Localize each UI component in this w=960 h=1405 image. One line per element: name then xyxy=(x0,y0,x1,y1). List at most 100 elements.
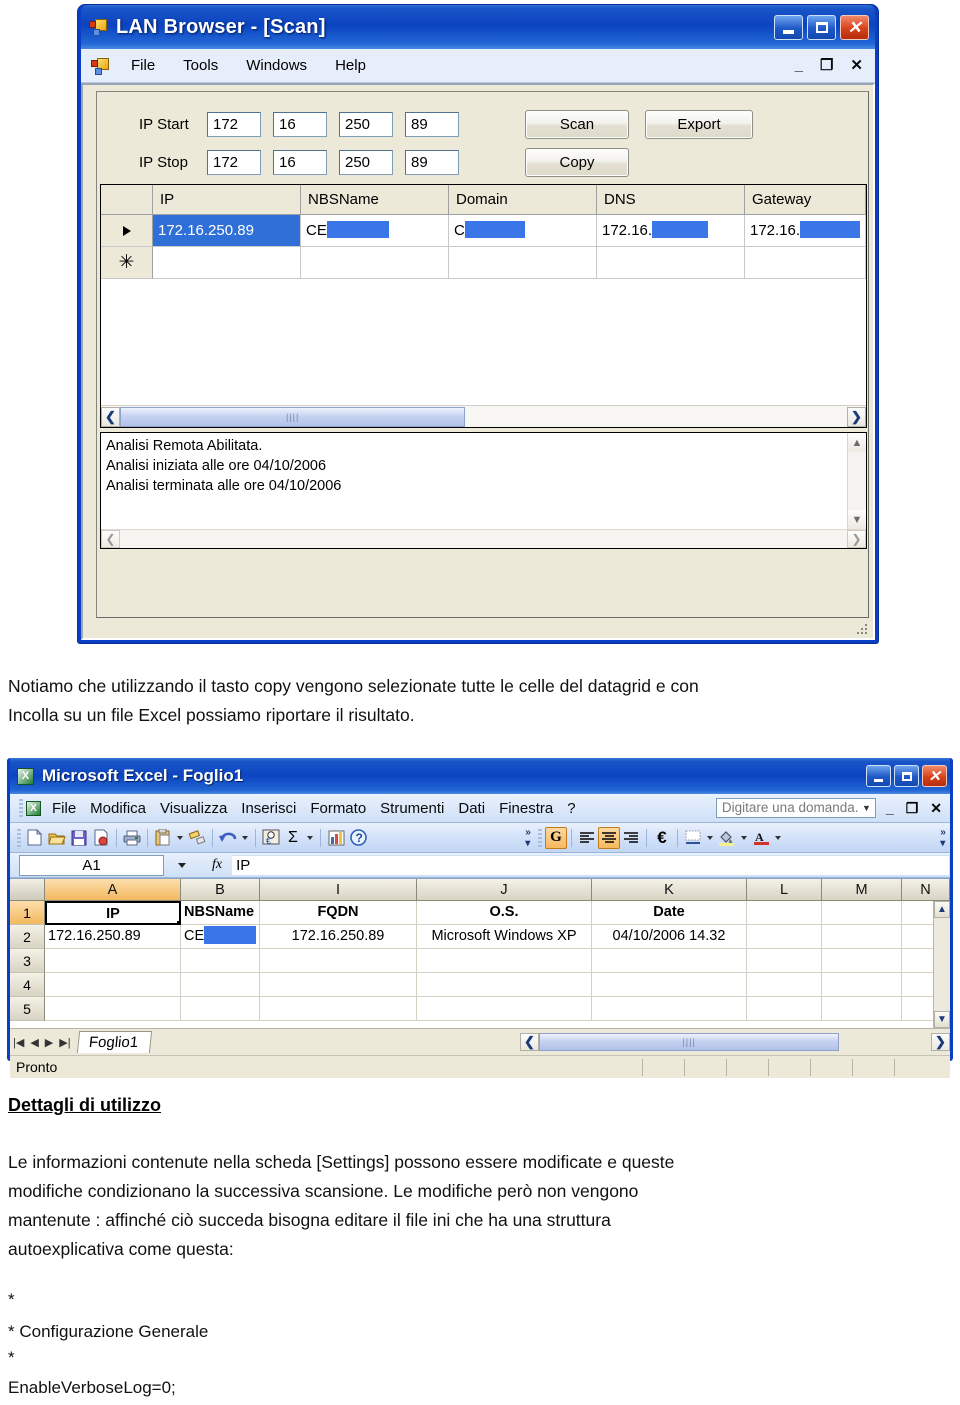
excel-mdi-close[interactable]: ✕ xyxy=(930,800,942,817)
paste-dropdown-icon[interactable] xyxy=(177,835,183,840)
format-painter-icon[interactable] xyxy=(186,827,208,849)
excel-menu-formato[interactable]: Formato xyxy=(303,800,373,817)
cell-L3[interactable] xyxy=(747,949,822,973)
worksheet-scroll-right-icon[interactable]: ❯ xyxy=(931,1033,950,1051)
ip-start-octet-1[interactable]: 172 xyxy=(207,112,261,137)
save-icon[interactable] xyxy=(68,827,90,849)
ip-stop-octet-2[interactable]: 16 xyxy=(273,150,327,175)
font-color-dropdown-icon[interactable] xyxy=(775,835,781,840)
undo-icon[interactable] xyxy=(217,827,239,849)
excel-worksheet[interactable]: A B I J K L M N 1 IP NBSName FQDN O.S. D… xyxy=(10,878,950,1028)
cell-A5[interactable] xyxy=(45,997,181,1021)
column-header-nbsname[interactable]: NBSName xyxy=(301,185,449,214)
column-header-J[interactable]: J xyxy=(417,879,592,900)
cell-M3[interactable] xyxy=(822,949,902,973)
mdi-restore-button[interactable]: ❐ xyxy=(820,58,833,73)
cell-ip[interactable]: 172.16.250.89 xyxy=(153,215,301,247)
column-header-N[interactable]: N xyxy=(902,879,950,900)
cell-domain[interactable]: C xyxy=(449,215,597,247)
mail-icon[interactable] xyxy=(90,827,112,849)
sheet-tab-foglio1[interactable]: Foglio1 xyxy=(76,1031,152,1053)
new-cell-dns[interactable] xyxy=(597,247,745,279)
autosum-dropdown-icon[interactable] xyxy=(307,835,313,840)
worksheet-scroll-down-icon[interactable]: ▼ xyxy=(934,1011,950,1028)
new-cell-nbsname[interactable] xyxy=(301,247,449,279)
cell-L5[interactable] xyxy=(747,997,822,1021)
cell-I2[interactable]: 172.16.250.89 xyxy=(260,925,417,949)
toolbar-grip[interactable] xyxy=(17,828,21,847)
cell-M4[interactable] xyxy=(822,973,902,997)
log-vertical-scrollbar[interactable]: ▲ ▼ xyxy=(847,433,866,529)
ip-start-octet-2[interactable]: 16 xyxy=(273,112,327,137)
cell-I4[interactable] xyxy=(260,973,417,997)
name-box-dropdown-icon[interactable] xyxy=(178,862,186,868)
first-sheet-icon[interactable]: |◀ xyxy=(10,1036,27,1049)
cell-I3[interactable] xyxy=(260,949,417,973)
fill-color-dropdown-icon[interactable] xyxy=(741,835,747,840)
ask-a-question-box[interactable]: Digitare una domanda. ▼ xyxy=(715,798,876,818)
minimize-button[interactable] xyxy=(774,14,803,40)
column-header-domain[interactable]: Domain xyxy=(449,185,597,214)
row-header-5[interactable]: 5 xyxy=(10,997,45,1021)
select-all-corner[interactable] xyxy=(10,879,45,900)
cell-dns[interactable]: 172.16. xyxy=(597,215,745,247)
excel-maximize-button[interactable] xyxy=(894,765,919,787)
excel-menu-dati[interactable]: Dati xyxy=(451,800,492,817)
log-output-box[interactable]: Analisi Remota Abilitata. Analisi inizia… xyxy=(100,432,867,549)
next-sheet-icon[interactable]: ▶ xyxy=(42,1036,56,1049)
cell-B2[interactable]: CE xyxy=(181,925,260,949)
cell-J1[interactable]: O.S. xyxy=(417,901,592,925)
cell-K4[interactable] xyxy=(592,973,747,997)
row-header-3[interactable]: 3 xyxy=(10,949,45,973)
menu-item-file[interactable]: File xyxy=(117,55,169,76)
euro-icon[interactable]: € xyxy=(651,827,673,849)
cell-K5[interactable] xyxy=(592,997,747,1021)
new-icon[interactable] xyxy=(24,827,46,849)
formula-input[interactable]: IP xyxy=(232,854,950,876)
column-header-K[interactable]: K xyxy=(592,879,747,900)
column-header-M[interactable]: M xyxy=(822,879,902,900)
scroll-left-icon[interactable]: ❮ xyxy=(101,406,120,427)
undo-dropdown-icon[interactable] xyxy=(242,835,248,840)
excel-menu-file[interactable]: File xyxy=(45,800,83,817)
table-new-row[interactable]: ✳ xyxy=(101,247,866,279)
cell-B4[interactable] xyxy=(181,973,260,997)
cell-I1[interactable]: FQDN xyxy=(260,901,417,925)
menubar-grip[interactable] xyxy=(19,799,23,817)
row-header-1[interactable]: 1 xyxy=(10,901,45,925)
align-center-icon[interactable] xyxy=(598,826,620,849)
font-color-icon[interactable]: A xyxy=(750,827,772,849)
cell-J3[interactable] xyxy=(417,949,592,973)
last-sheet-icon[interactable]: ▶| xyxy=(56,1036,73,1049)
cell-B1[interactable]: NBSName xyxy=(181,901,260,925)
toolbar-overflow-left-icon[interactable]: » ▾ xyxy=(521,825,535,851)
mdi-close-button[interactable]: ✕ xyxy=(850,58,863,73)
maximize-button[interactable] xyxy=(807,14,836,40)
lan-browser-titlebar[interactable]: LAN Browser - [Scan] ✕ xyxy=(81,5,875,49)
scroll-down-icon[interactable]: ▼ xyxy=(848,510,866,529)
open-icon[interactable] xyxy=(46,827,68,849)
scrollbar-thumb[interactable]: |||| xyxy=(120,406,465,427)
cell-J2[interactable]: Microsoft Windows XP xyxy=(417,925,592,949)
cell-L4[interactable] xyxy=(747,973,822,997)
excel-menu-help[interactable]: ? xyxy=(560,800,582,817)
new-cell-gateway[interactable] xyxy=(745,247,866,279)
log-horizontal-scrollbar[interactable]: ❮ ❯ xyxy=(101,529,866,548)
cell-A2[interactable]: 172.16.250.89 xyxy=(45,925,181,949)
borders-dropdown-icon[interactable] xyxy=(707,835,713,840)
column-header-B[interactable]: B xyxy=(181,879,260,900)
cell-M5[interactable] xyxy=(822,997,902,1021)
cell-A1[interactable]: IP xyxy=(45,901,181,925)
worksheet-horizontal-scrollbar[interactable]: ❮ |||| ❯ xyxy=(520,1033,950,1052)
excel-titlebar[interactable]: X Microsoft Excel - Foglio1 ✕ xyxy=(10,758,950,794)
cell-M2[interactable] xyxy=(822,925,902,949)
new-cell-domain[interactable] xyxy=(449,247,597,279)
help-icon[interactable]: ? xyxy=(347,827,369,849)
cell-nbsname[interactable]: CE xyxy=(301,215,449,247)
align-left-icon[interactable] xyxy=(576,827,598,849)
column-header-A[interactable]: A xyxy=(45,879,181,900)
row-header-4[interactable]: 4 xyxy=(10,973,45,997)
bold-G-icon[interactable]: G xyxy=(545,826,567,849)
column-header-L[interactable]: L xyxy=(747,879,822,900)
worksheet-scroll-up-icon[interactable]: ▲ xyxy=(934,901,950,918)
